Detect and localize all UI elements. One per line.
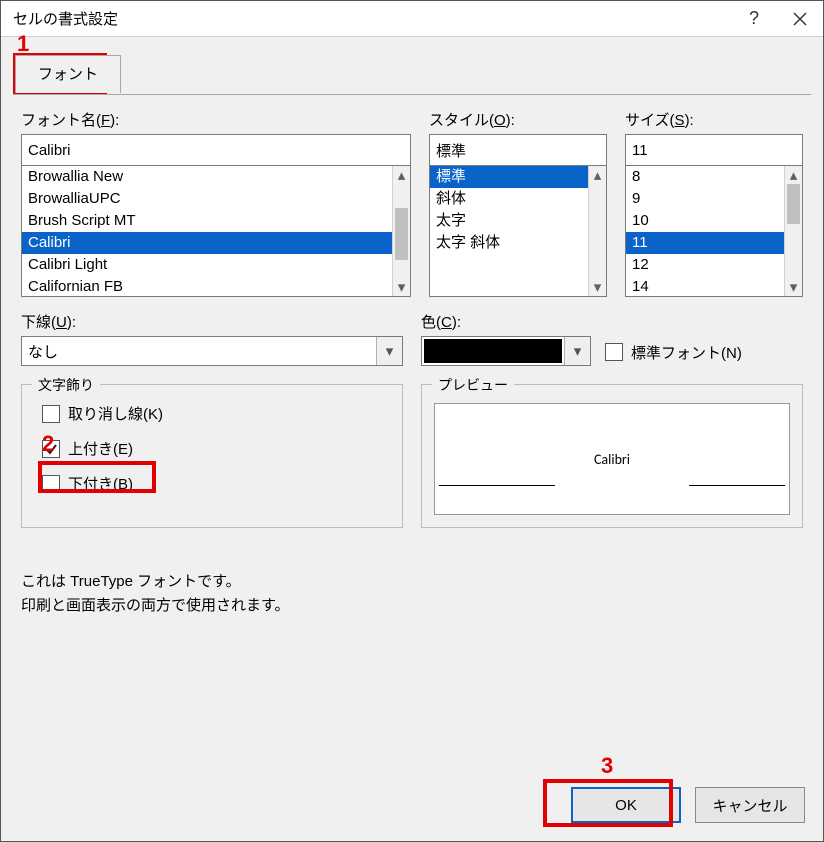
color-dropdown[interactable]: ▾ [421,336,591,366]
superscript-checkbox[interactable] [42,440,60,458]
color-swatch [424,339,562,363]
cancel-button[interactable]: キャンセル [695,787,805,823]
list-item[interactable]: Brush Script MT [22,210,392,232]
dialog-footer: OK キャンセル [571,787,805,823]
superscript-label: 上付き(E) [68,438,133,459]
effect-strikethrough-row: 取り消し線(K) [42,403,390,424]
style-list[interactable]: 標準斜体太字太字 斜体 ▴ ▾ [429,165,607,297]
list-item[interactable]: 斜体 [430,188,588,210]
ok-button[interactable]: OK [571,787,681,823]
list-item[interactable]: 10 [626,210,784,232]
size-input[interactable]: 11 [625,134,803,166]
effect-subscript-row: 下付き(B) [42,473,390,494]
tab-font[interactable]: フォント [15,55,121,93]
list-item[interactable]: 12 [626,254,784,276]
style-input[interactable]: 標準 [429,134,607,166]
scrollbar[interactable]: ▴ ▾ [392,166,410,296]
list-item[interactable]: 9 [626,188,784,210]
color-label: 色(C): [421,311,803,332]
scroll-up-icon[interactable]: ▴ [393,166,410,184]
list-item[interactable]: 11 [626,232,784,254]
chevron-down-icon[interactable]: ▾ [376,337,402,365]
font-name-input[interactable]: Calibri [21,134,411,166]
list-item[interactable]: BrowalliaUPC [22,188,392,210]
close-icon[interactable] [777,1,823,37]
preview-underline [439,485,555,486]
strikethrough-label: 取り消し線(K) [68,403,163,424]
format-cells-dialog: セルの書式設定 ? フォント フォント名(F): Calibri Browall… [0,0,824,842]
list-item[interactable]: 標準 [430,166,588,188]
list-item[interactable]: 8 [626,166,784,188]
scroll-down-icon[interactable]: ▾ [393,278,410,296]
list-item[interactable]: Browallia New [22,166,392,188]
scrollbar[interactable]: ▴ ▾ [588,166,606,296]
list-item[interactable]: Calibri Light [22,254,392,276]
list-item[interactable]: Calibri [22,232,392,254]
preview-box: Calibri [434,403,790,515]
font-name-label: フォント名(F): [21,109,411,130]
preview-text: Calibri [594,451,630,468]
underline-section: 下線(U): なし ▾ [21,311,403,366]
normal-font-checkbox[interactable] [605,343,623,361]
size-section: サイズ(S): 11 8910111214 ▴ ▾ [625,109,803,297]
effect-superscript-row: 上付き(E) [42,438,390,459]
scroll-down-icon[interactable]: ▾ [589,278,606,296]
scroll-down-icon[interactable]: ▾ [785,278,802,296]
underline-label: 下線(U): [21,311,403,332]
style-label: スタイル(O): [429,109,607,130]
normal-font-label: 標準フォント(N) [631,342,742,363]
effects-group: 文字飾り 取り消し線(K) 上付き(E) [21,384,403,528]
strikethrough-checkbox[interactable] [42,405,60,423]
help-icon[interactable]: ? [731,1,777,37]
list-item[interactable]: Californian FB [22,276,392,297]
dialog-content: フォント名(F): Calibri Browallia NewBrowallia… [13,95,811,769]
underline-dropdown[interactable]: なし ▾ [21,336,403,366]
list-item[interactable]: 太字 斜体 [430,232,588,254]
tab-underline [13,94,811,95]
list-item[interactable]: 14 [626,276,784,297]
font-name-list[interactable]: Browallia NewBrowalliaUPCBrush Script MT… [21,165,411,297]
tabs: フォント [1,55,823,95]
size-list[interactable]: 8910111214 ▴ ▾ [625,165,803,297]
truetype-note: これは TrueType フォントです。 印刷と画面表示の両方で使用されます。 [21,570,803,618]
color-section: 色(C): ▾ 標準フォント(N) [421,311,803,366]
scrollbar[interactable]: ▴ ▾ [784,166,802,296]
font-name-section: フォント名(F): Calibri Browallia NewBrowallia… [21,109,411,297]
scroll-up-icon[interactable]: ▴ [589,166,606,184]
list-item[interactable]: 太字 [430,210,588,232]
titlebar: セルの書式設定 ? [1,1,823,37]
size-label: サイズ(S): [625,109,803,130]
preview-group: プレビュー Calibri [421,384,803,528]
dialog-title: セルの書式設定 [1,8,731,29]
chevron-down-icon[interactable]: ▾ [564,337,590,365]
subscript-label: 下付き(B) [68,473,133,494]
subscript-checkbox[interactable] [42,475,60,493]
scroll-thumb[interactable] [395,208,408,260]
scroll-thumb[interactable] [787,184,800,224]
effects-legend: 文字飾り [32,375,100,395]
preview-underline [689,485,785,486]
style-section: スタイル(O): 標準 標準斜体太字太字 斜体 ▴ ▾ [429,109,607,297]
preview-legend: プレビュー [432,375,514,395]
scroll-up-icon[interactable]: ▴ [785,166,802,184]
normal-font-row: 標準フォント(N) [605,342,742,363]
